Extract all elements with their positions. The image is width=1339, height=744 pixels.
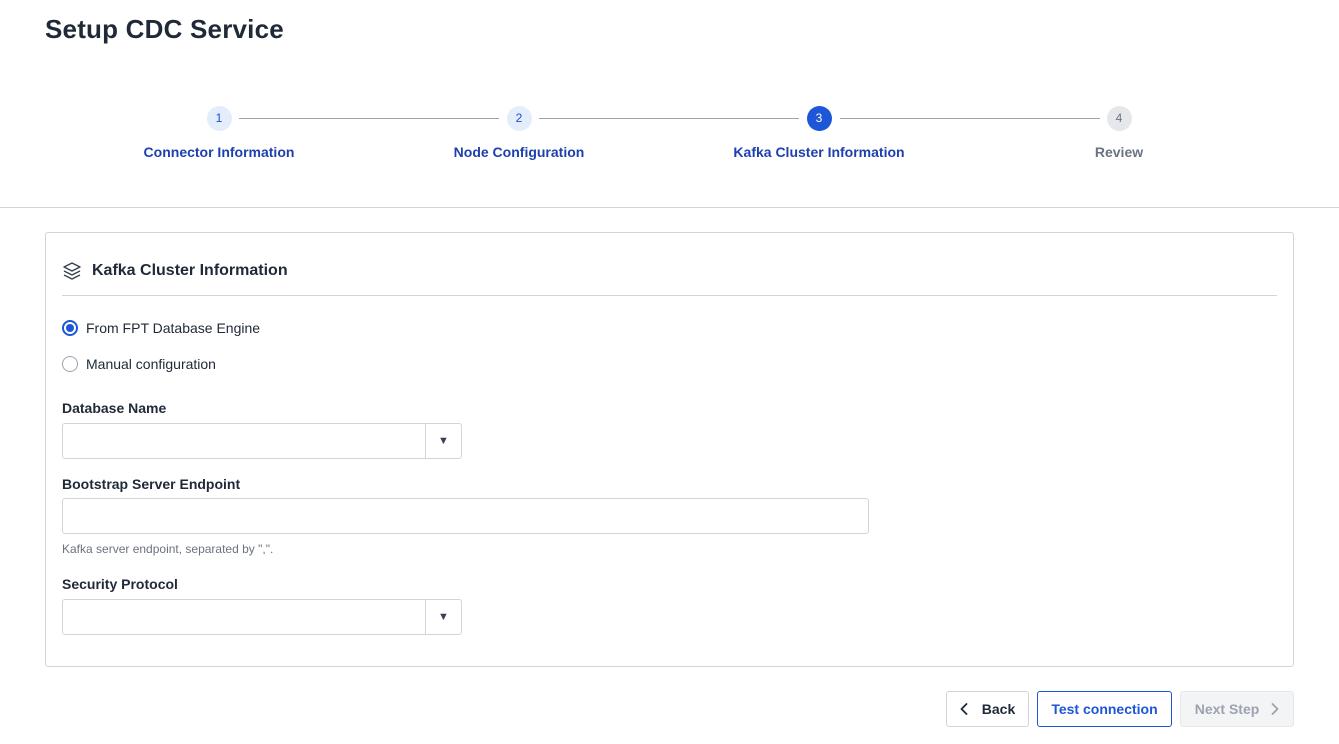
radio-from-fpt-database-engine[interactable]: From FPT Database Engine [62, 320, 260, 336]
caret-down-icon: ▼ [438, 435, 449, 447]
database-name-select[interactable]: ▼ [62, 423, 462, 459]
step-number: 1 [206, 106, 232, 131]
radio-button-checked[interactable] [62, 320, 78, 336]
bootstrap-hint: Kafka server endpoint, separated by ",". [62, 542, 274, 556]
card-header: Kafka Cluster Information [62, 261, 288, 281]
step-label: Review [1094, 144, 1144, 160]
header-divider [0, 207, 1339, 208]
step-number: 4 [1106, 106, 1132, 131]
next-step-label: Next Step [1194, 701, 1260, 717]
chevron-right-icon [1271, 703, 1279, 715]
step-node-configuration[interactable]: 2 Node Configuration [399, 106, 639, 160]
back-button[interactable]: Back [946, 691, 1029, 727]
layers-icon [62, 261, 82, 281]
step-number: 2 [506, 106, 532, 131]
bootstrap-server-endpoint-label: Bootstrap Server Endpoint [62, 476, 241, 492]
step-number: 3 [806, 106, 832, 131]
security-protocol-select[interactable]: ▼ [62, 599, 462, 635]
step-label: Connector Information [143, 144, 295, 160]
test-connection-label: Test connection [1051, 701, 1158, 717]
step-label: Node Configuration [453, 144, 585, 160]
step-kafka-cluster-information[interactable]: 3 Kafka Cluster Information [699, 106, 939, 160]
card-title: Kafka Cluster Information [92, 262, 288, 279]
security-protocol-label: Security Protocol [62, 576, 178, 592]
radio-label: From FPT Database Engine [86, 320, 261, 336]
radio-button[interactable] [62, 356, 78, 372]
step-connector-information[interactable]: 1 Connector Information [99, 106, 339, 160]
caret-down-icon: ▼ [438, 611, 449, 623]
kafka-cluster-card: Kafka Cluster Information From FPT Datab… [45, 232, 1294, 667]
page-title: Setup CDC Service [45, 14, 284, 44]
test-connection-button[interactable]: Test connection [1037, 691, 1172, 727]
next-step-button[interactable]: Next Step [1180, 691, 1294, 727]
stepper: 1 Connector Information 2 Node Configura… [0, 106, 1339, 176]
database-name-label: Database Name [62, 400, 167, 416]
dropdown-toggle[interactable]: ▼ [425, 600, 461, 634]
step-review: 4 Review [999, 106, 1239, 160]
radio-label: Manual configuration [86, 356, 216, 372]
chevron-left-icon [960, 703, 968, 715]
radio-manual-configuration[interactable]: Manual configuration [62, 356, 216, 372]
back-button-label: Back [981, 701, 1016, 717]
card-divider [62, 295, 1277, 296]
dropdown-toggle[interactable]: ▼ [425, 424, 461, 458]
bootstrap-server-endpoint-input[interactable] [62, 498, 869, 534]
step-label: Kafka Cluster Information [733, 144, 905, 160]
